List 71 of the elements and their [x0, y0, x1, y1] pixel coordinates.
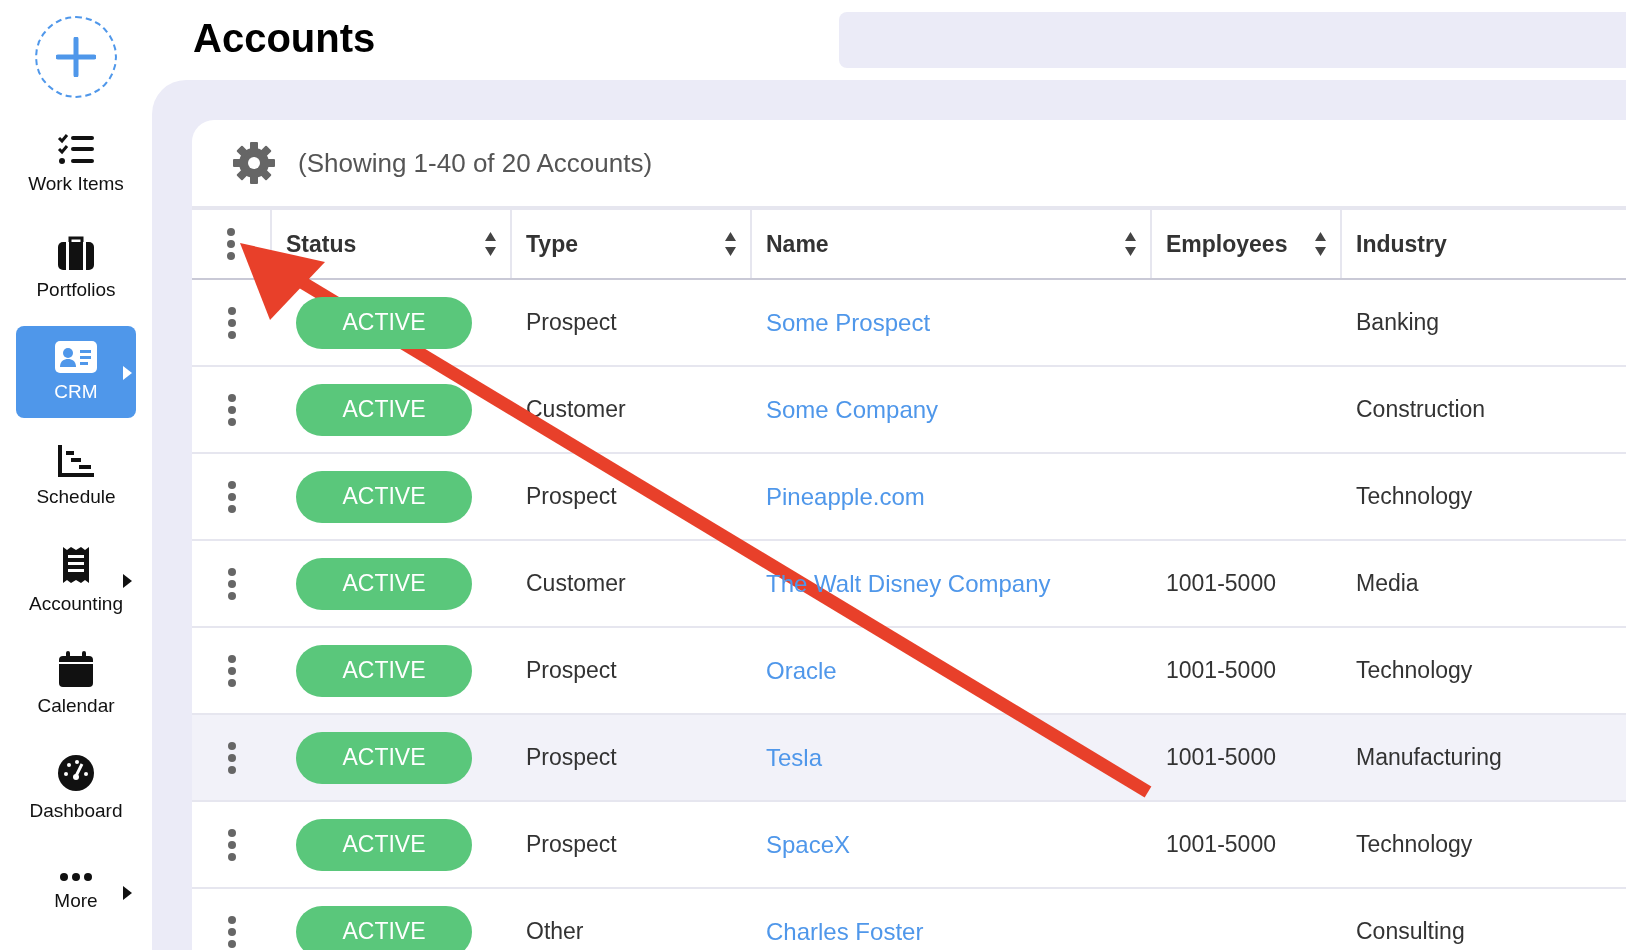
status-badge: ACTIVE — [296, 383, 472, 436]
results-summary: (Showing 1-40 of 20 Accounts) — [298, 147, 653, 179]
table-row[interactable]: ACTIVE Prospect Tesla 1001-5000 Manufacturing — [192, 715, 1626, 802]
row-menu-icon[interactable] — [228, 480, 236, 513]
sidebar-item[interactable]: Work Items — [16, 118, 136, 210]
caret-icon — [123, 574, 132, 588]
contact-card-icon — [55, 341, 97, 373]
status-badge: ACTIVE — [296, 557, 472, 610]
table-row[interactable]: ACTIVE Prospect SpaceX 1001-5000 Technology — [192, 802, 1626, 889]
column-header[interactable]: Name — [766, 230, 829, 258]
row-menu-icon[interactable] — [228, 393, 236, 426]
table-row[interactable]: ACTIVE Customer Some Company Construction — [192, 367, 1626, 454]
gauge-icon — [57, 754, 95, 792]
briefcase-icon — [57, 235, 95, 271]
more-icon — [60, 872, 92, 882]
table-cell: Banking — [1356, 309, 1440, 336]
sidebar-item[interactable]: Portfolios — [16, 222, 136, 314]
table-cell: Prospect — [526, 309, 617, 336]
table-cell: 1001-5000 — [1166, 831, 1276, 858]
status-badge: ACTIVE — [296, 731, 472, 784]
column-header[interactable]: Employees — [1166, 230, 1288, 258]
page-title: Accounts — [193, 15, 377, 61]
table-cell: Prospect — [526, 831, 617, 858]
table-cell: Technology — [1356, 483, 1473, 510]
sidebar-item[interactable]: Dashboard — [16, 742, 136, 834]
row-menu-icon[interactable] — [228, 828, 236, 861]
sidebar-item[interactable]: Schedule — [16, 430, 136, 522]
column-header[interactable]: Status — [286, 230, 357, 258]
settings-icon[interactable] — [232, 141, 276, 185]
row-menu-icon[interactable] — [228, 915, 236, 948]
row-menu-icon[interactable] — [228, 741, 236, 774]
column-header: Industry — [1356, 230, 1447, 258]
checklist-icon — [57, 133, 95, 165]
status-badge: ACTIVE — [296, 818, 472, 871]
chart-icon — [57, 444, 95, 478]
receipt-icon — [61, 545, 91, 585]
table-cell: Media — [1356, 570, 1419, 597]
table-cell: Manufacturing — [1356, 744, 1502, 771]
add-button[interactable] — [35, 16, 117, 98]
row-menu-icon[interactable] — [228, 567, 236, 600]
table-cell: 1001-5000 — [1166, 657, 1276, 684]
status-badge: ACTIVE — [296, 644, 472, 697]
table-cell: Prospect — [526, 483, 617, 510]
table-cell: Technology — [1356, 831, 1473, 858]
table-cell: Prospect — [526, 657, 617, 684]
table-cell: Customer — [526, 570, 626, 597]
row-menu-icon[interactable] — [228, 654, 236, 687]
column-header[interactable]: Type — [526, 230, 578, 258]
status-badge: ACTIVE — [296, 905, 472, 950]
calendar-icon — [59, 651, 93, 687]
row-menu-icon[interactable] — [228, 306, 236, 339]
status-badge: ACTIVE — [296, 296, 472, 349]
table-cell: Consulting — [1356, 918, 1465, 945]
table-cell: Construction — [1356, 396, 1486, 423]
sidebar-item[interactable]: Accounting — [16, 534, 136, 626]
caret-icon — [123, 886, 132, 900]
table-cell: Technology — [1356, 657, 1473, 684]
table-cell: Prospect — [526, 744, 617, 771]
plus-icon — [56, 37, 96, 77]
table-cell: 1001-5000 — [1166, 570, 1276, 597]
table-cell: Other — [526, 918, 584, 945]
column-menu-icon[interactable] — [227, 228, 235, 260]
caret-icon — [123, 366, 132, 380]
status-badge: ACTIVE — [296, 470, 472, 523]
table-row[interactable]: ACTIVE Prospect Pineapple.com Technology — [192, 454, 1626, 541]
table-cell: 1001-5000 — [1166, 744, 1276, 771]
table-row[interactable]: ACTIVE Other Charles Foster Consulting — [192, 889, 1626, 950]
table-row[interactable]: ACTIVE Prospect Some Prospect Banking — [192, 280, 1626, 367]
table-cell: Customer — [526, 396, 626, 423]
sidebar-item[interactable]: Calendar — [16, 638, 136, 730]
sidebar-item[interactable]: More — [16, 846, 136, 938]
